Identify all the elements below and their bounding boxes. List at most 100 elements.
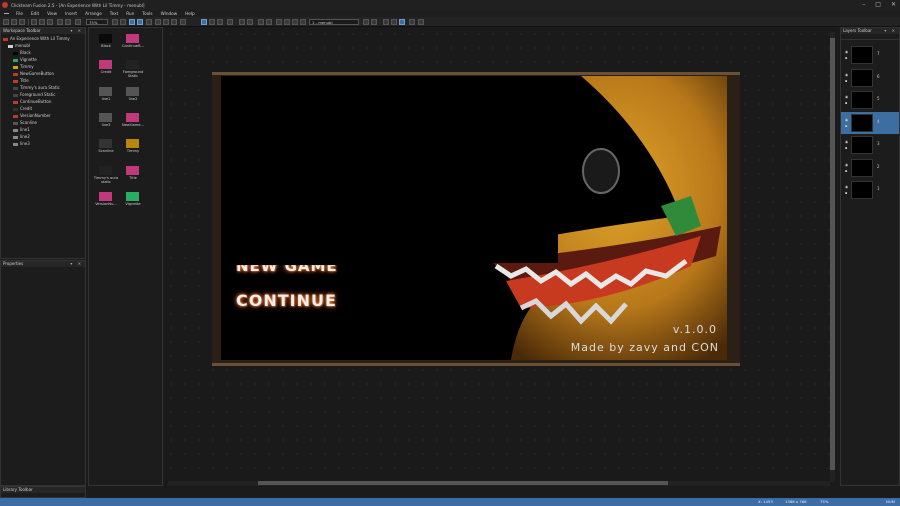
eye-icon[interactable]: ◉ (845, 163, 848, 167)
run-build-icon[interactable] (391, 19, 397, 25)
menu-arrange[interactable]: Arrange (81, 11, 106, 16)
eye-icon[interactable]: ◉ (845, 95, 848, 99)
zoom-select[interactable]: 75% (86, 19, 108, 25)
properties-icon[interactable] (112, 19, 118, 25)
eye-icon[interactable]: ◉ (845, 185, 848, 189)
bold-icon[interactable] (155, 19, 161, 25)
panel-controls[interactable]: ▾ ✕ (70, 28, 83, 34)
tree-item[interactable]: Credit (13, 105, 32, 112)
frame-editor-icon[interactable] (201, 19, 207, 25)
eye-icon[interactable]: ◉ (845, 118, 848, 122)
lock-icon[interactable]: ▪ (845, 191, 847, 195)
debug-icon[interactable] (418, 19, 424, 25)
save-icon[interactable] (19, 19, 25, 25)
tree-item[interactable]: line2 (13, 133, 30, 140)
next-frame-icon[interactable] (371, 19, 377, 25)
minimize-button[interactable]: – (862, 1, 865, 8)
palette-object[interactable]: Credit (91, 57, 121, 83)
horizontal-scrollbar[interactable] (168, 481, 830, 486)
palette-object[interactable]: line2 (118, 84, 148, 110)
palette-object[interactable]: Scanline (91, 136, 121, 162)
prev-frame-icon[interactable] (363, 19, 369, 25)
tree-item[interactable]: ContinueButton (13, 98, 51, 105)
vertical-scroll-thumb[interactable] (830, 38, 835, 470)
lock-icon[interactable]: ▪ (845, 146, 847, 150)
preview-icon[interactable] (247, 19, 253, 25)
underline-icon[interactable] (171, 19, 177, 25)
open-file-icon[interactable] (11, 19, 17, 25)
palette-object[interactable]: Title (118, 163, 148, 189)
menu-text[interactable]: Text (106, 11, 122, 16)
layer-item[interactable]: ◉ ▪ 7 (841, 44, 899, 66)
align-icon[interactable] (146, 19, 152, 25)
tree-item[interactable]: NewGameButton (13, 70, 54, 77)
tree-item[interactable]: Black (13, 49, 31, 56)
italic-icon[interactable] (163, 19, 169, 25)
palette-object[interactable]: ContinueB... (118, 31, 148, 57)
help-icon[interactable] (75, 19, 81, 25)
layout-icon-4[interactable] (284, 19, 290, 25)
color-picker-icon[interactable] (180, 19, 186, 25)
menu-run[interactable]: Run (122, 11, 138, 16)
lock-icon[interactable]: ▪ (845, 56, 847, 60)
palette-object[interactable]: line1 (91, 84, 121, 110)
tree-item[interactable]: line3 (13, 140, 30, 147)
palette-object[interactable]: VersionNu... (91, 189, 121, 215)
layout-icon-3[interactable] (276, 19, 282, 25)
new-file-icon[interactable] (3, 19, 9, 25)
palette-object[interactable]: Vignette (118, 189, 148, 215)
palette-object[interactable]: line3 (91, 110, 121, 136)
eye-icon[interactable]: ◉ (845, 73, 848, 77)
lock-icon[interactable]: ▪ (845, 124, 847, 128)
layer-item[interactable]: ◉ ▪ 2 (841, 157, 899, 179)
maximize-button[interactable]: □ (875, 1, 881, 8)
credit-text[interactable]: Made by zavy and CON (571, 341, 719, 354)
stop-icon[interactable] (409, 19, 415, 25)
palette-object[interactable]: Black (91, 31, 121, 57)
snap-icon[interactable] (129, 19, 135, 25)
layout-icon-5[interactable] (292, 19, 298, 25)
layer-item[interactable]: ◉ ▪ 3 (841, 134, 899, 156)
tree-item[interactable]: menubl (8, 42, 30, 49)
palette-object[interactable]: NewGame... (118, 110, 148, 136)
layer-item[interactable]: ◉ ▪ 6 (841, 67, 899, 89)
menu-file[interactable]: File (12, 11, 27, 16)
menu-tools[interactable]: Tools (138, 11, 156, 16)
paste-icon[interactable] (47, 19, 53, 25)
menu-window[interactable]: Window (157, 11, 182, 16)
layout-icon-6[interactable] (300, 19, 306, 25)
grid-icon[interactable] (120, 19, 126, 25)
vertical-scrollbar[interactable] (830, 32, 835, 482)
frame-select[interactable]: 1 - menubl (309, 19, 359, 25)
tree-item[interactable]: Timmy (13, 63, 34, 70)
palette-object[interactable]: Foreground Static (118, 57, 148, 83)
palette-object[interactable]: Timmy's aura static (91, 163, 121, 189)
panel-controls[interactable]: ▾ ✕ (884, 28, 897, 34)
tree-item[interactable]: line1 (13, 126, 30, 133)
black-overlay-object[interactable] (221, 76, 558, 263)
layer-item[interactable]: ◉ ▪ 1 (841, 179, 899, 201)
redo-icon[interactable] (65, 19, 71, 25)
show-grid-icon[interactable] (137, 19, 143, 25)
layout-icon-1[interactable] (258, 19, 264, 25)
tree-item[interactable]: Vignette (13, 56, 37, 63)
game-frame[interactable]: NEW GAME CONTINUE v.1.0.0 Made by zavy a… (221, 76, 727, 360)
lock-icon[interactable]: ▪ (845, 101, 847, 105)
menu-view[interactable]: View (43, 11, 61, 16)
layout-icon-2[interactable] (266, 19, 272, 25)
storyboard-icon[interactable] (239, 19, 245, 25)
tree-item[interactable]: An Experience With Lil Timmy (3, 35, 70, 42)
run-frame-icon[interactable] (399, 19, 405, 25)
horizontal-scroll-thumb[interactable] (258, 481, 668, 485)
eye-icon[interactable]: ◉ (845, 140, 848, 144)
cut-icon[interactable] (31, 19, 37, 25)
layer-item[interactable]: ◉ ▪ 5 (841, 89, 899, 111)
tree-item[interactable]: Scanline (13, 119, 37, 126)
continue-button[interactable]: CONTINUE (236, 291, 337, 310)
panel-controls[interactable]: ▾ ✕ (70, 261, 83, 267)
lock-icon[interactable]: ▪ (845, 79, 847, 83)
eye-icon[interactable]: ◉ (845, 50, 848, 54)
run-application-icon[interactable] (383, 19, 389, 25)
copy-icon[interactable] (39, 19, 45, 25)
system-menu-icon[interactable] (4, 13, 9, 14)
